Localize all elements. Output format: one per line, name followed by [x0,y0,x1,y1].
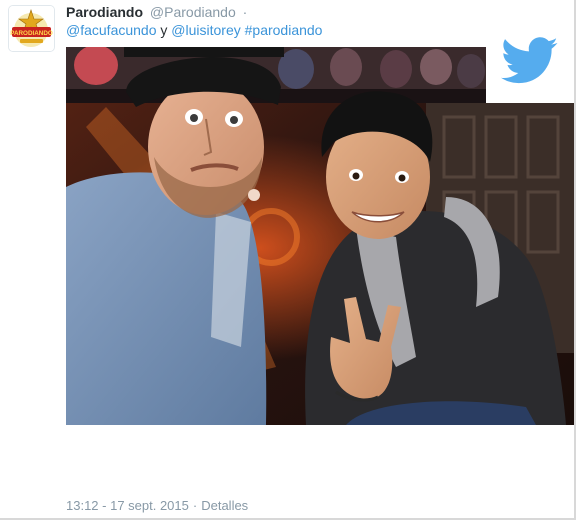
tweet-timestamp[interactable]: 13:12 - 17 sept. 2015 [66,498,189,513]
tweet-photo[interactable] [66,47,574,425]
user-handle[interactable]: @Parodiando [150,4,236,20]
tweet-meta: 13:12 - 17 sept. 2015 · Detalles [66,498,248,514]
twitter-bird-icon [500,37,558,84]
twitter-logo-box [486,19,574,103]
mention-facufacundo[interactable]: @facufacundo [66,22,157,38]
selfie-photo [66,47,574,425]
tweet-text: @facufacundo y @luisitorey #parodiando [66,21,322,39]
tweet-header: Parodiando @Parodiando · [66,3,247,21]
parodiando-logo: PARODIANDO [9,6,54,51]
display-name[interactable]: Parodiando [66,4,143,20]
meta-separator: · [192,498,198,513]
mention-luisitorey[interactable]: @luisitorey [171,22,240,38]
details-link[interactable]: Detalles [201,498,248,513]
avatar[interactable]: PARODIANDO [8,5,55,52]
avatar-logo-text: PARODIANDO [10,30,53,37]
hashtag-link[interactable]: #parodiando [245,22,323,38]
conjunction-text: y [160,22,168,38]
header-separator: · [242,4,248,20]
